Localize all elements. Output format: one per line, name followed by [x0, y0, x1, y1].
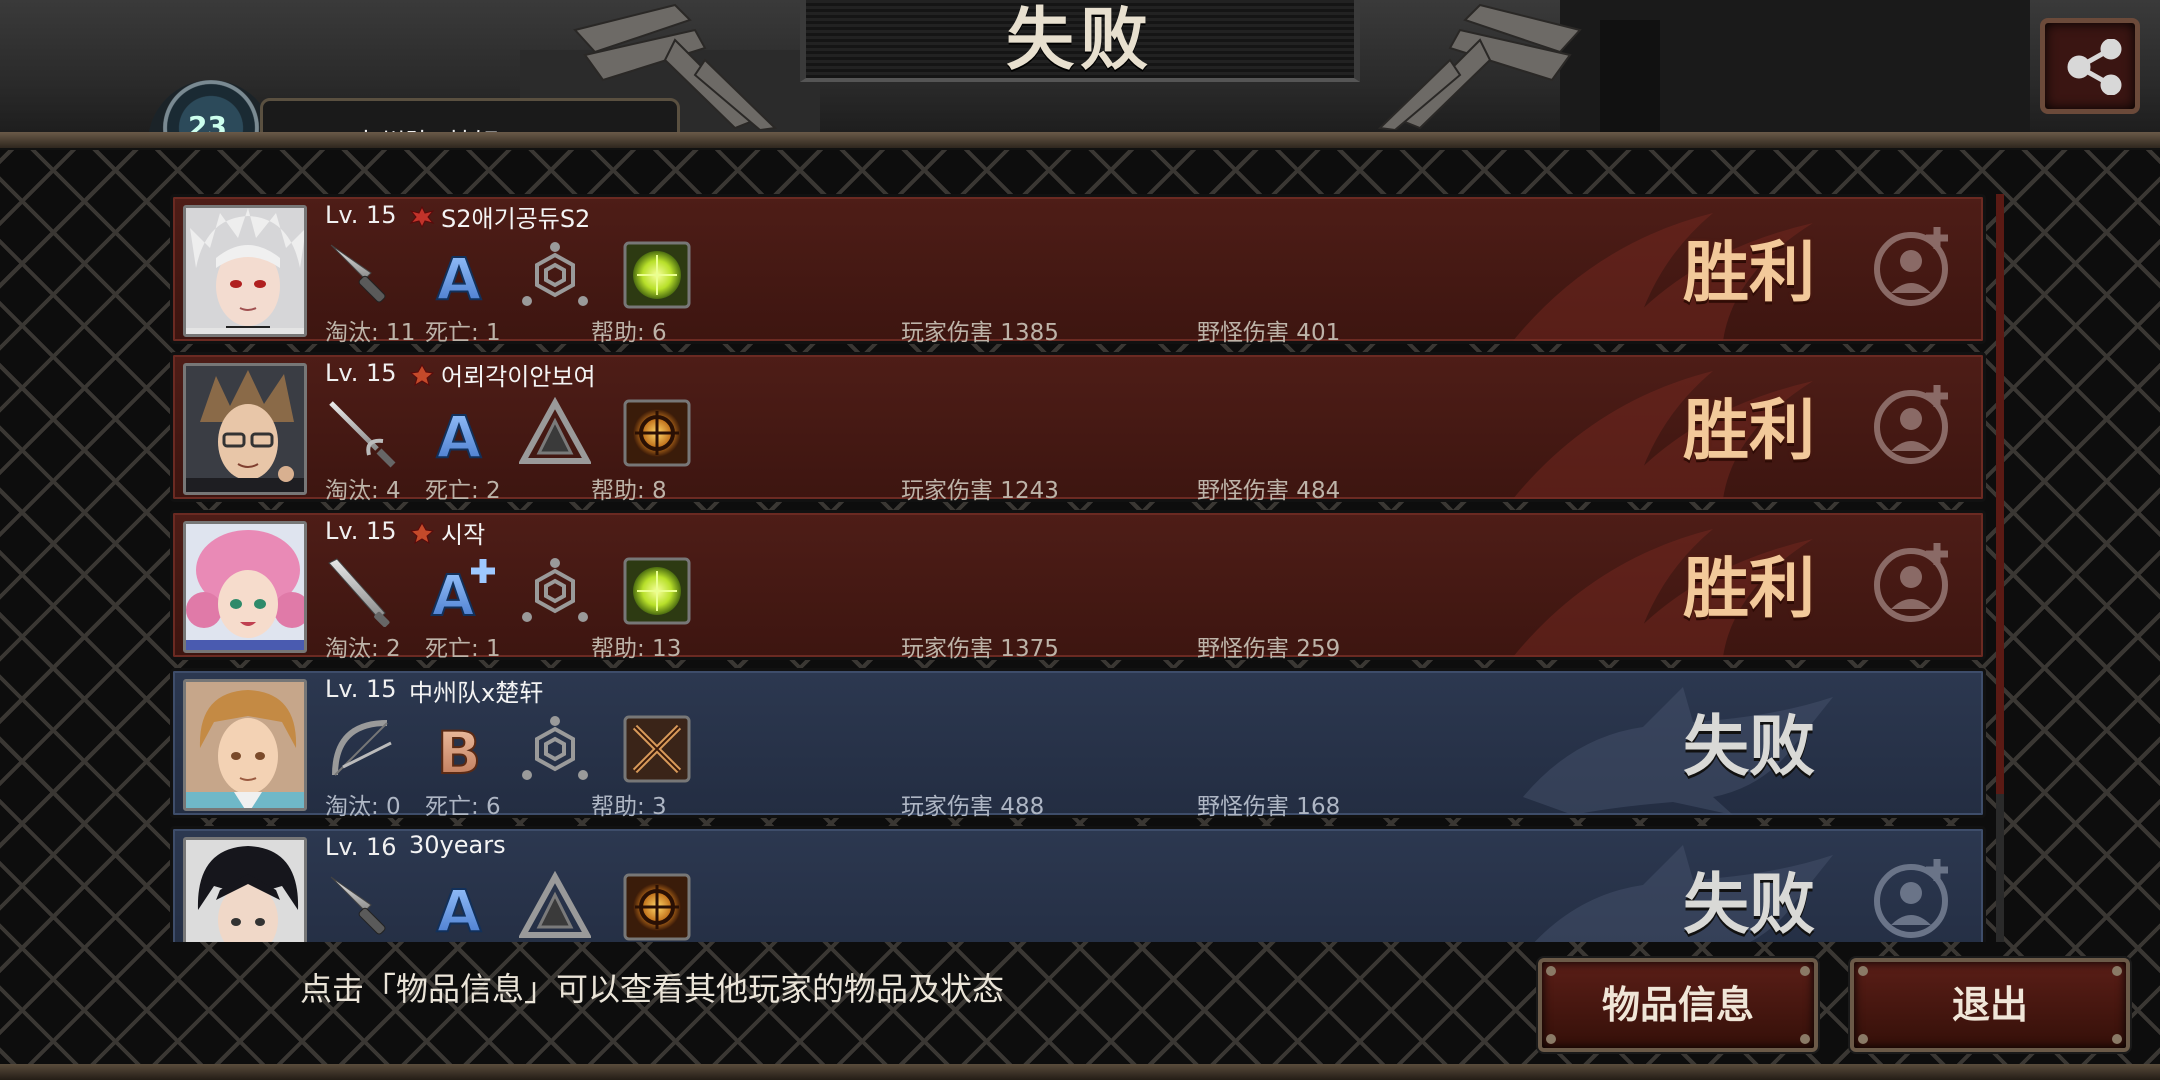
hexagon-emblem-icon: [522, 716, 588, 780]
rank-emblem-icon: [409, 205, 435, 229]
assists: 帮助: 8: [591, 478, 667, 504]
crossed-blades-skill-icon: [623, 715, 691, 783]
player-portrait: [183, 205, 307, 337]
monster-damage: 野怪伤害 401: [1197, 320, 1341, 346]
right-wings-emblem-icon: [1377, 3, 1582, 130]
hexagon-emblem-icon: [522, 558, 588, 622]
title-banner: 失败: [800, 0, 1360, 82]
player-result-list[interactable]: Lv. 15 S2애기공듀S2 A 淘汰: 11 死亡: 1 帮助: 6 玩家伤…: [170, 194, 1986, 942]
item-info-button-label: 物品信息: [1601, 983, 1754, 1027]
svg-text:A: A: [437, 403, 482, 469]
exit-button-label: 退出: [1951, 983, 2028, 1027]
background-pillar: [1600, 20, 1660, 140]
exit-button[interactable]: 退出: [1850, 958, 2130, 1052]
player-portrait: [183, 837, 307, 942]
add-friend-icon[interactable]: [1871, 855, 1957, 941]
player-name: 어뢰각이안보여: [441, 363, 596, 391]
hexagon-emblem-icon: [522, 242, 588, 306]
eliminations: 淘汰: 2: [325, 636, 401, 662]
result-label: 失败: [1683, 708, 1815, 785]
bottom-rail: [0, 1064, 2160, 1080]
monster-damage: 野怪伤害 168: [1197, 794, 1341, 820]
player-level: Lv. 15: [325, 517, 397, 545]
svg-text:A: A: [431, 564, 475, 627]
eliminations: 淘汰: 4: [325, 478, 401, 504]
player-row[interactable]: Lv. 15 어뢰각이안보여 A 淘汰: 4 死亡: 2 帮助: 8 玩家伤害 …: [170, 352, 1986, 504]
player-row[interactable]: Lv. 15 中州队x楚轩 B 淘汰: 0 死亡: 6 帮助: 3 玩家伤害 4…: [170, 668, 1986, 820]
top-rail: [0, 132, 2160, 150]
player-damage: 玩家伤害 1243: [901, 478, 1059, 504]
player-name: 30years: [409, 831, 506, 859]
green-skill-icon: [623, 241, 691, 309]
grade-a-icon: A: [436, 402, 483, 469]
player-damage: 玩家伤害 1385: [901, 320, 1059, 346]
page-title: 失败: [1005, 1, 1154, 80]
assists: 帮助: 6: [591, 320, 667, 346]
grade-a-icon: A: [436, 244, 483, 311]
bat-icon: [328, 558, 390, 627]
player-portrait: [183, 521, 307, 653]
green-skill-icon: [623, 557, 691, 625]
eliminations: 淘汰: 0: [325, 794, 401, 820]
player-portrait: [183, 679, 307, 811]
rank-emblem-icon: [409, 363, 435, 387]
result-label: 胜利: [1683, 392, 1815, 469]
scrollbar-thumb[interactable]: [1996, 194, 2004, 794]
player-portrait: [183, 363, 307, 495]
result-label: 胜利: [1683, 550, 1815, 627]
player-level: Lv. 15: [325, 201, 397, 229]
monster-damage: 野怪伤害 259: [1197, 636, 1341, 662]
grade-a-plus-icon: A: [430, 559, 495, 627]
hint-text: 点击「物品信息」可以查看其他玩家的物品及状态: [300, 970, 1005, 1008]
player-level: Lv. 15: [325, 675, 397, 703]
grade-b-icon: B: [436, 718, 482, 785]
player-level: Lv. 16: [325, 833, 397, 861]
player-level: Lv. 15: [325, 359, 397, 387]
player-name: 시작: [441, 521, 486, 549]
player-name: S2애기공듀S2: [441, 205, 591, 233]
rank-emblem-icon: [409, 521, 435, 545]
add-friend-icon[interactable]: [1871, 223, 1957, 309]
knife-icon: [330, 244, 386, 303]
triangle-emblem-icon: [519, 397, 591, 464]
monster-damage: 野怪伤害 484: [1197, 478, 1341, 504]
rapier-icon: [329, 401, 396, 468]
svg-text:A: A: [437, 245, 482, 311]
bow-icon: [332, 720, 392, 776]
item-info-button[interactable]: 物品信息: [1538, 958, 1818, 1052]
player-row[interactable]: Lv. 15 S2애기공듀S2 A 淘汰: 11 死亡: 1 帮助: 6 玩家伤…: [170, 194, 1986, 346]
player-damage: 玩家伤害 488: [901, 794, 1045, 820]
left-wings-emblem-icon: [573, 3, 778, 130]
assists: 帮助: 3: [591, 794, 667, 820]
result-label: 失败: [1683, 866, 1815, 942]
deaths: 死亡: 2: [425, 478, 501, 504]
result-label: 胜利: [1683, 234, 1815, 311]
deaths: 死亡: 6: [425, 794, 501, 820]
deaths: 死亡: 1: [425, 320, 501, 346]
player-row[interactable]: Lv. 16 30years A 失败: [170, 826, 1986, 942]
triangle-emblem-icon: [519, 871, 591, 938]
deaths: 死亡: 1: [425, 636, 501, 662]
grade-a-icon: A: [436, 876, 483, 942]
knife-icon: [330, 876, 386, 935]
add-friend-icon[interactable]: [1871, 539, 1957, 625]
player-name: 中州队x楚轩: [409, 679, 544, 707]
player-damage: 玩家伤害 1375: [901, 636, 1059, 662]
add-friend-icon[interactable]: [1871, 381, 1957, 467]
assists: 帮助: 13: [591, 636, 682, 662]
svg-text:A: A: [437, 877, 482, 942]
gold-crosshair-skill-icon: [623, 873, 691, 941]
eliminations: 淘汰: 11: [325, 320, 416, 346]
player-row[interactable]: Lv. 15 시작 A 淘汰: 2 死亡: 1 帮助: 13 玩家伤害 1375…: [170, 510, 1986, 662]
svg-text:B: B: [437, 719, 481, 785]
share-button[interactable]: [2040, 18, 2140, 114]
gold-crosshair-skill-icon: [623, 399, 691, 467]
share-icon: [2067, 39, 2122, 95]
